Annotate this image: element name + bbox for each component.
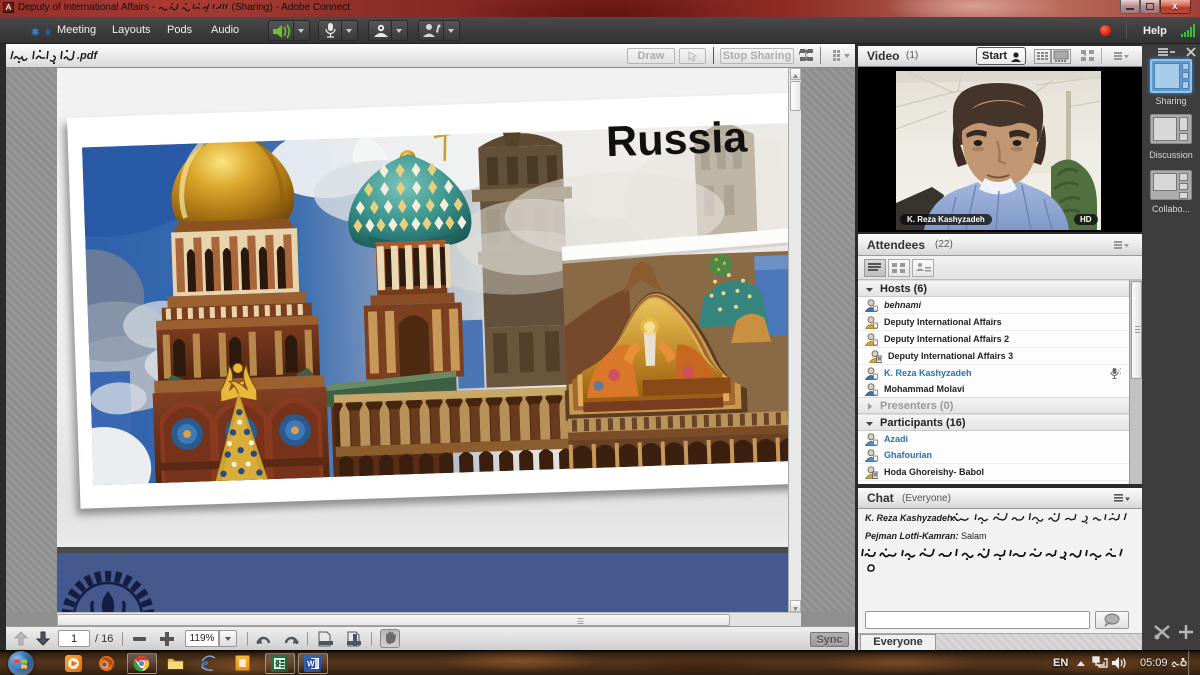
svg-text:W: W	[307, 660, 315, 669]
svg-text:.pdf: .pdf	[77, 50, 98, 62]
